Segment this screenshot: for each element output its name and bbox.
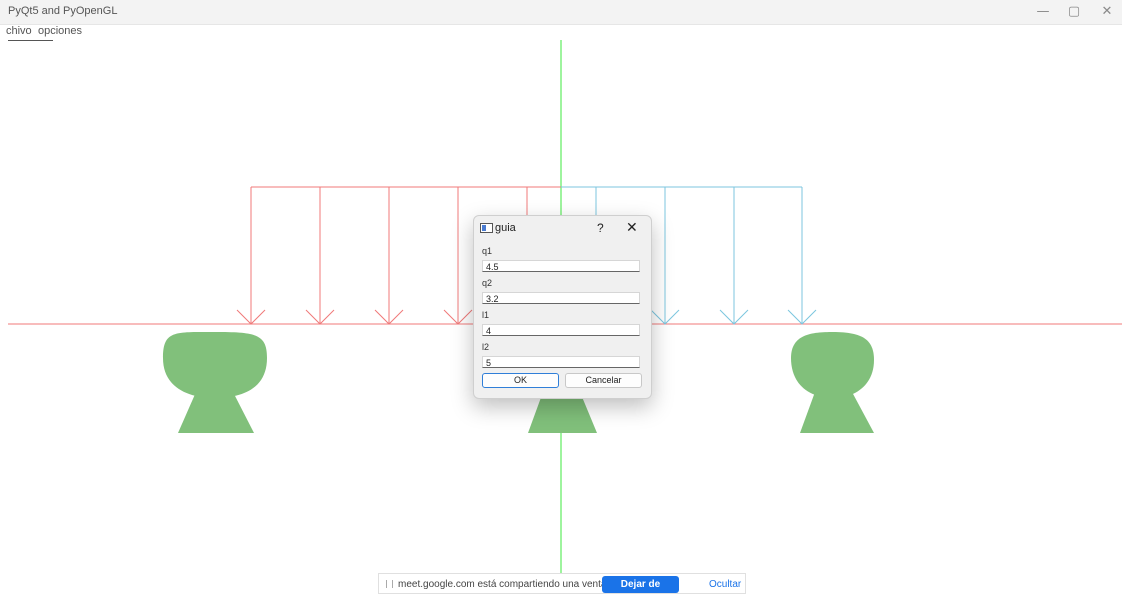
dialog-titlebar: guia ? ✕ (474, 216, 651, 240)
q2-input[interactable]: 3.2 (482, 292, 640, 304)
drag-handle-icon[interactable] (386, 580, 393, 588)
menu-bar: chivo opciones (0, 25, 1122, 41)
support-right (791, 332, 874, 433)
l2-label: l2 (482, 342, 490, 352)
q1-label: q1 (482, 246, 493, 256)
l1-input[interactable]: 4 (482, 324, 640, 336)
l1-label: l1 (482, 310, 490, 320)
stop-sharing-button[interactable]: Dejar de compartir (602, 576, 679, 607)
menu-opciones[interactable]: opciones (38, 25, 82, 37)
cancel-button[interactable]: Cancelar (565, 373, 642, 388)
close-button[interactable]: ✕ (1092, 0, 1122, 24)
minimize-button[interactable]: — (1028, 0, 1058, 24)
ok-button[interactable]: OK (482, 373, 559, 388)
dialog-close-button[interactable]: ✕ (626, 219, 638, 236)
share-message: meet.google.com está compartiendo una ve… (398, 579, 621, 590)
help-button[interactable]: ? (597, 221, 604, 235)
support-left (163, 331, 267, 433)
q1-input[interactable]: 4.5 (482, 260, 640, 272)
menu-archivo[interactable]: chivo (6, 25, 32, 37)
window-titlebar: PyQt5 and PyOpenGL — ▢ ✕ (0, 0, 1122, 25)
window-app-icon (480, 223, 493, 233)
guia-dialog: guia ? ✕ q1 4.5 q2 3.2 l1 4 l2 5 OK Canc… (473, 215, 652, 399)
l2-input[interactable]: 5 (482, 356, 640, 368)
dialog-title: guia (495, 222, 516, 234)
screen-share-bar: meet.google.com está compartiendo una ve… (378, 573, 746, 607)
window-title: PyQt5 and PyOpenGL (8, 5, 118, 17)
restore-button[interactable]: ▢ (1059, 0, 1089, 24)
hide-button[interactable]: Ocultar (709, 579, 741, 590)
q2-label: q2 (482, 278, 493, 288)
